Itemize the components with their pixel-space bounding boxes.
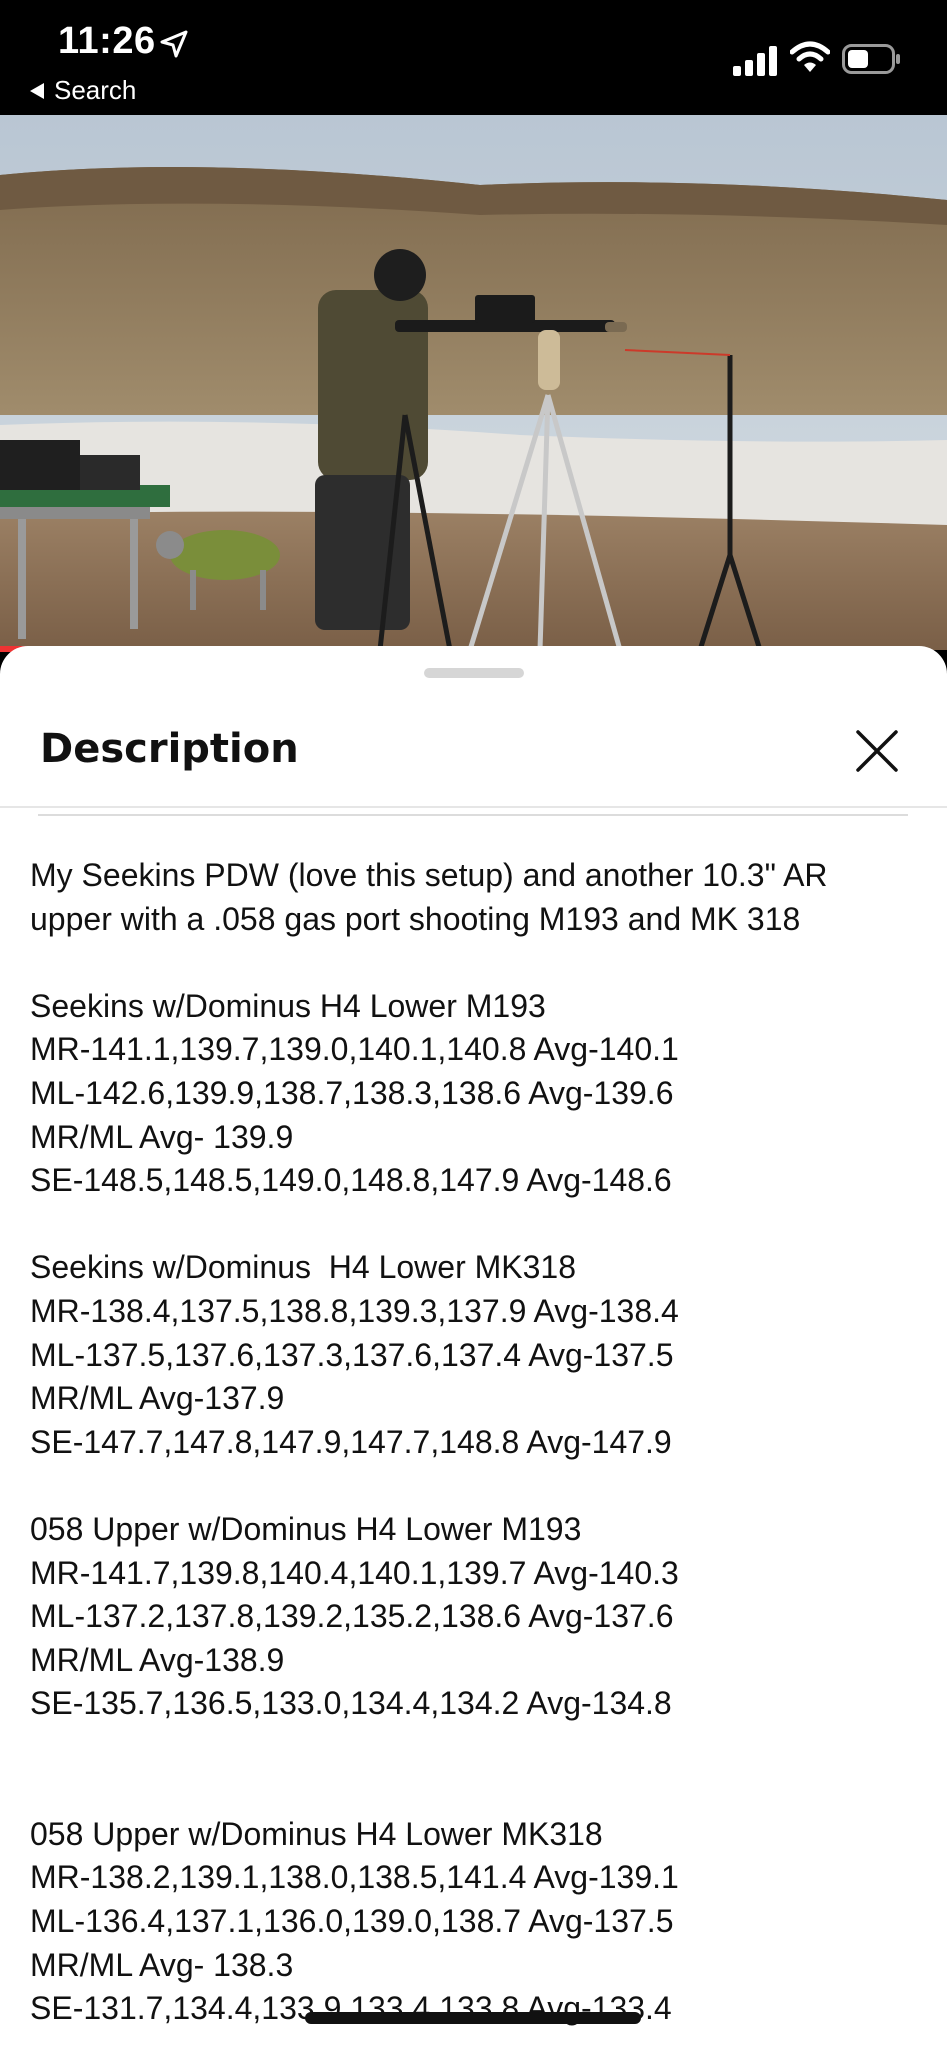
video-player[interactable] xyxy=(0,115,947,650)
sheet-title: Description xyxy=(40,726,299,772)
data-line: SE-147.7,147.8,147.9,147.7,148.8 Avg-147… xyxy=(30,1423,672,1460)
sheet-grabber-handle[interactable] xyxy=(424,668,524,678)
description-sheet: Description My Seekins PDW (love this se… xyxy=(0,646,947,2048)
data-line: SE-131.7,134.4,133.9,133.4,133.8 Avg-133… xyxy=(30,1990,672,2027)
group-heading: Seekins w/Dominus H4 Lower M193 xyxy=(30,987,546,1024)
data-line: ML-142.6,139.9,138.7,138.3,138.6 Avg-139… xyxy=(30,1074,674,1111)
data-line: SE-135.7,136.5,133.0,134.4,134.2 Avg-134… xyxy=(30,1685,672,1722)
wifi-icon xyxy=(790,41,830,72)
close-icon[interactable] xyxy=(852,726,902,776)
intro-line: upper with a .058 gas port shooting M193… xyxy=(30,900,801,937)
cellular-signal-icon xyxy=(733,46,777,76)
back-to-search-link[interactable]: Search xyxy=(30,75,136,106)
app-screen: 11:26 Search Description My Seekins PDW … xyxy=(0,0,947,2048)
data-line: MR/ML Avg-138.9 xyxy=(30,1641,285,1678)
data-line: MR-141.1,139.7,139.0,140.1,140.8 Avg-140… xyxy=(30,1031,679,1068)
data-line: MR-138.2,139.1,138.0,138.5,141.4 Avg-139… xyxy=(30,1859,679,1896)
header-divider xyxy=(0,806,947,808)
status-time: 11:26 xyxy=(58,20,156,62)
status-bar: 11:26 Search xyxy=(0,0,947,115)
data-line: ML-136.4,137.1,136.0,139.0,138.7 Avg-137… xyxy=(30,1903,674,1940)
video-frame-image xyxy=(0,115,947,650)
location-arrow-icon xyxy=(160,30,188,58)
back-triangle-icon xyxy=(30,82,44,99)
data-line: SE-148.5,148.5,149.0,148.8,147.9 Avg-148… xyxy=(30,1162,672,1199)
description-text: My Seekins PDW (love this setup) and ano… xyxy=(30,854,920,2031)
data-line: MR/ML Avg-137.9 xyxy=(30,1380,285,1417)
data-line: MR/ML Avg- 138.3 xyxy=(30,1946,294,1983)
group-heading: 058 Upper w/Dominus H4 Lower M193 xyxy=(30,1510,582,1547)
data-line: ML-137.2,137.8,139.2,135.2,138.6 Avg-137… xyxy=(30,1598,674,1635)
data-line: MR/ML Avg- 139.9 xyxy=(30,1118,294,1155)
data-line: ML-137.5,137.6,137.3,137.6,137.4 Avg-137… xyxy=(30,1336,674,1373)
data-line: MR-141.7,139.8,140.4,140.1,139.7 Avg-140… xyxy=(30,1554,679,1591)
battery-icon xyxy=(842,44,900,74)
data-line: MR-138.4,137.5,138.8,139.3,137.9 Avg-138… xyxy=(30,1292,679,1329)
intro-line: My Seekins PDW (love this setup) and ano… xyxy=(30,857,828,893)
content-divider xyxy=(38,814,908,816)
group-heading: 058 Upper w/Dominus H4 Lower MK318 xyxy=(30,1815,603,1852)
home-indicator[interactable] xyxy=(305,2012,641,2024)
group-heading: Seekins w/Dominus H4 Lower MK318 xyxy=(30,1249,577,1286)
back-link-label: Search xyxy=(54,75,137,105)
